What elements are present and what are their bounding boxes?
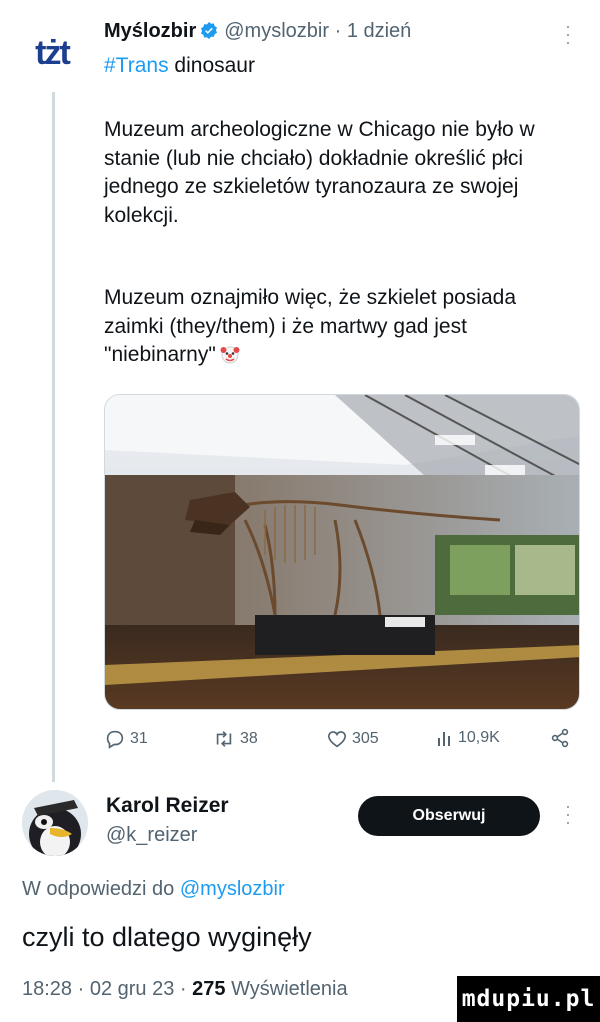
author-handle[interactable]: @myslozbir <box>224 20 329 42</box>
header-separator: · <box>334 20 342 42</box>
replying-to-prefix: W odpowiedzi do <box>22 878 180 900</box>
tweet: tżt Myślozbir @myslozbir · 1 dzień · · · #… <box>0 0 600 782</box>
share-icon <box>551 728 569 748</box>
retweet-count: 38 <box>240 730 258 747</box>
tweet-header: Myślozbir @myslozbir · 1 dzień <box>104 18 411 44</box>
hashtag-link[interactable]: #Trans <box>104 54 169 77</box>
tweet-paragraph-1: Muzeum archeologiczne w Chicago nie było… <box>104 118 535 227</box>
like-count: 305 <box>352 730 379 747</box>
reply-views-count: 275 <box>192 978 226 1000</box>
views-action[interactable]: 10,9K <box>436 728 500 748</box>
reply-date[interactable]: 02 gru 23 <box>90 978 175 1000</box>
author-name[interactable]: Myślozbir <box>104 20 196 42</box>
tweet-first-line: #Trans dinosaur <box>104 54 255 78</box>
follow-button[interactable]: Obserwuj <box>358 796 540 836</box>
hashtag-suffix: dinosaur <box>168 54 255 77</box>
reply-action[interactable]: 31 <box>104 728 148 750</box>
reply-time[interactable]: 18:28 <box>22 978 72 1000</box>
tweet-time[interactable]: 1 dzień <box>347 20 412 42</box>
reply-avatar[interactable] <box>22 790 88 856</box>
views-bar-chart-icon <box>438 732 450 746</box>
reply-count: 31 <box>130 730 148 747</box>
watermark-logo: mdupiu.pl <box>457 976 600 1022</box>
views-count: 10,9K <box>458 729 500 746</box>
reply-more-options-icon[interactable]: · · · <box>564 797 572 831</box>
penguin-avatar-icon <box>22 790 88 856</box>
thread-line <box>52 92 55 782</box>
reply-icon <box>106 730 124 749</box>
replying-to: W odpowiedzi do @myslozbir <box>22 878 285 901</box>
tweet-paragraph-2: Muzeum oznajmiło więc, że szkielet posia… <box>104 284 574 370</box>
svg-text:tżt: tżt <box>35 34 70 72</box>
author-avatar[interactable]: tżt <box>22 20 82 80</box>
reply-views-label: Wyświetlenia <box>231 978 348 1000</box>
tzt-logo-icon: tżt <box>35 34 72 72</box>
tweet-actions: 31 38 305 10,9K <box>104 726 576 754</box>
more-options-icon[interactable]: · · · <box>564 17 572 51</box>
verified-badge-icon <box>201 22 218 40</box>
reply-author-name[interactable]: Karol Reizer <box>106 794 229 818</box>
share-action[interactable] <box>550 728 570 748</box>
clown-face-icon <box>220 346 240 364</box>
reply-meta: 18:28 · 02 gru 23 · 275 Wyświetlenia <box>22 978 348 1000</box>
heart-icon <box>327 731 347 748</box>
reply-text: czyli to dlatego wyginęły <box>22 922 312 952</box>
retweet-action[interactable]: 38 <box>212 728 258 750</box>
like-action[interactable]: 305 <box>326 728 379 750</box>
trex-skeleton-photo <box>105 395 579 709</box>
tweet-photo[interactable] <box>104 394 580 710</box>
retweet-icon <box>216 731 232 747</box>
reply-author-handle[interactable]: @k_reizer <box>106 824 197 847</box>
replying-to-mention[interactable]: @myslozbir <box>180 878 285 900</box>
tweet-paragraph-2-text: Muzeum oznajmiło więc, że szkielet posia… <box>104 286 517 366</box>
